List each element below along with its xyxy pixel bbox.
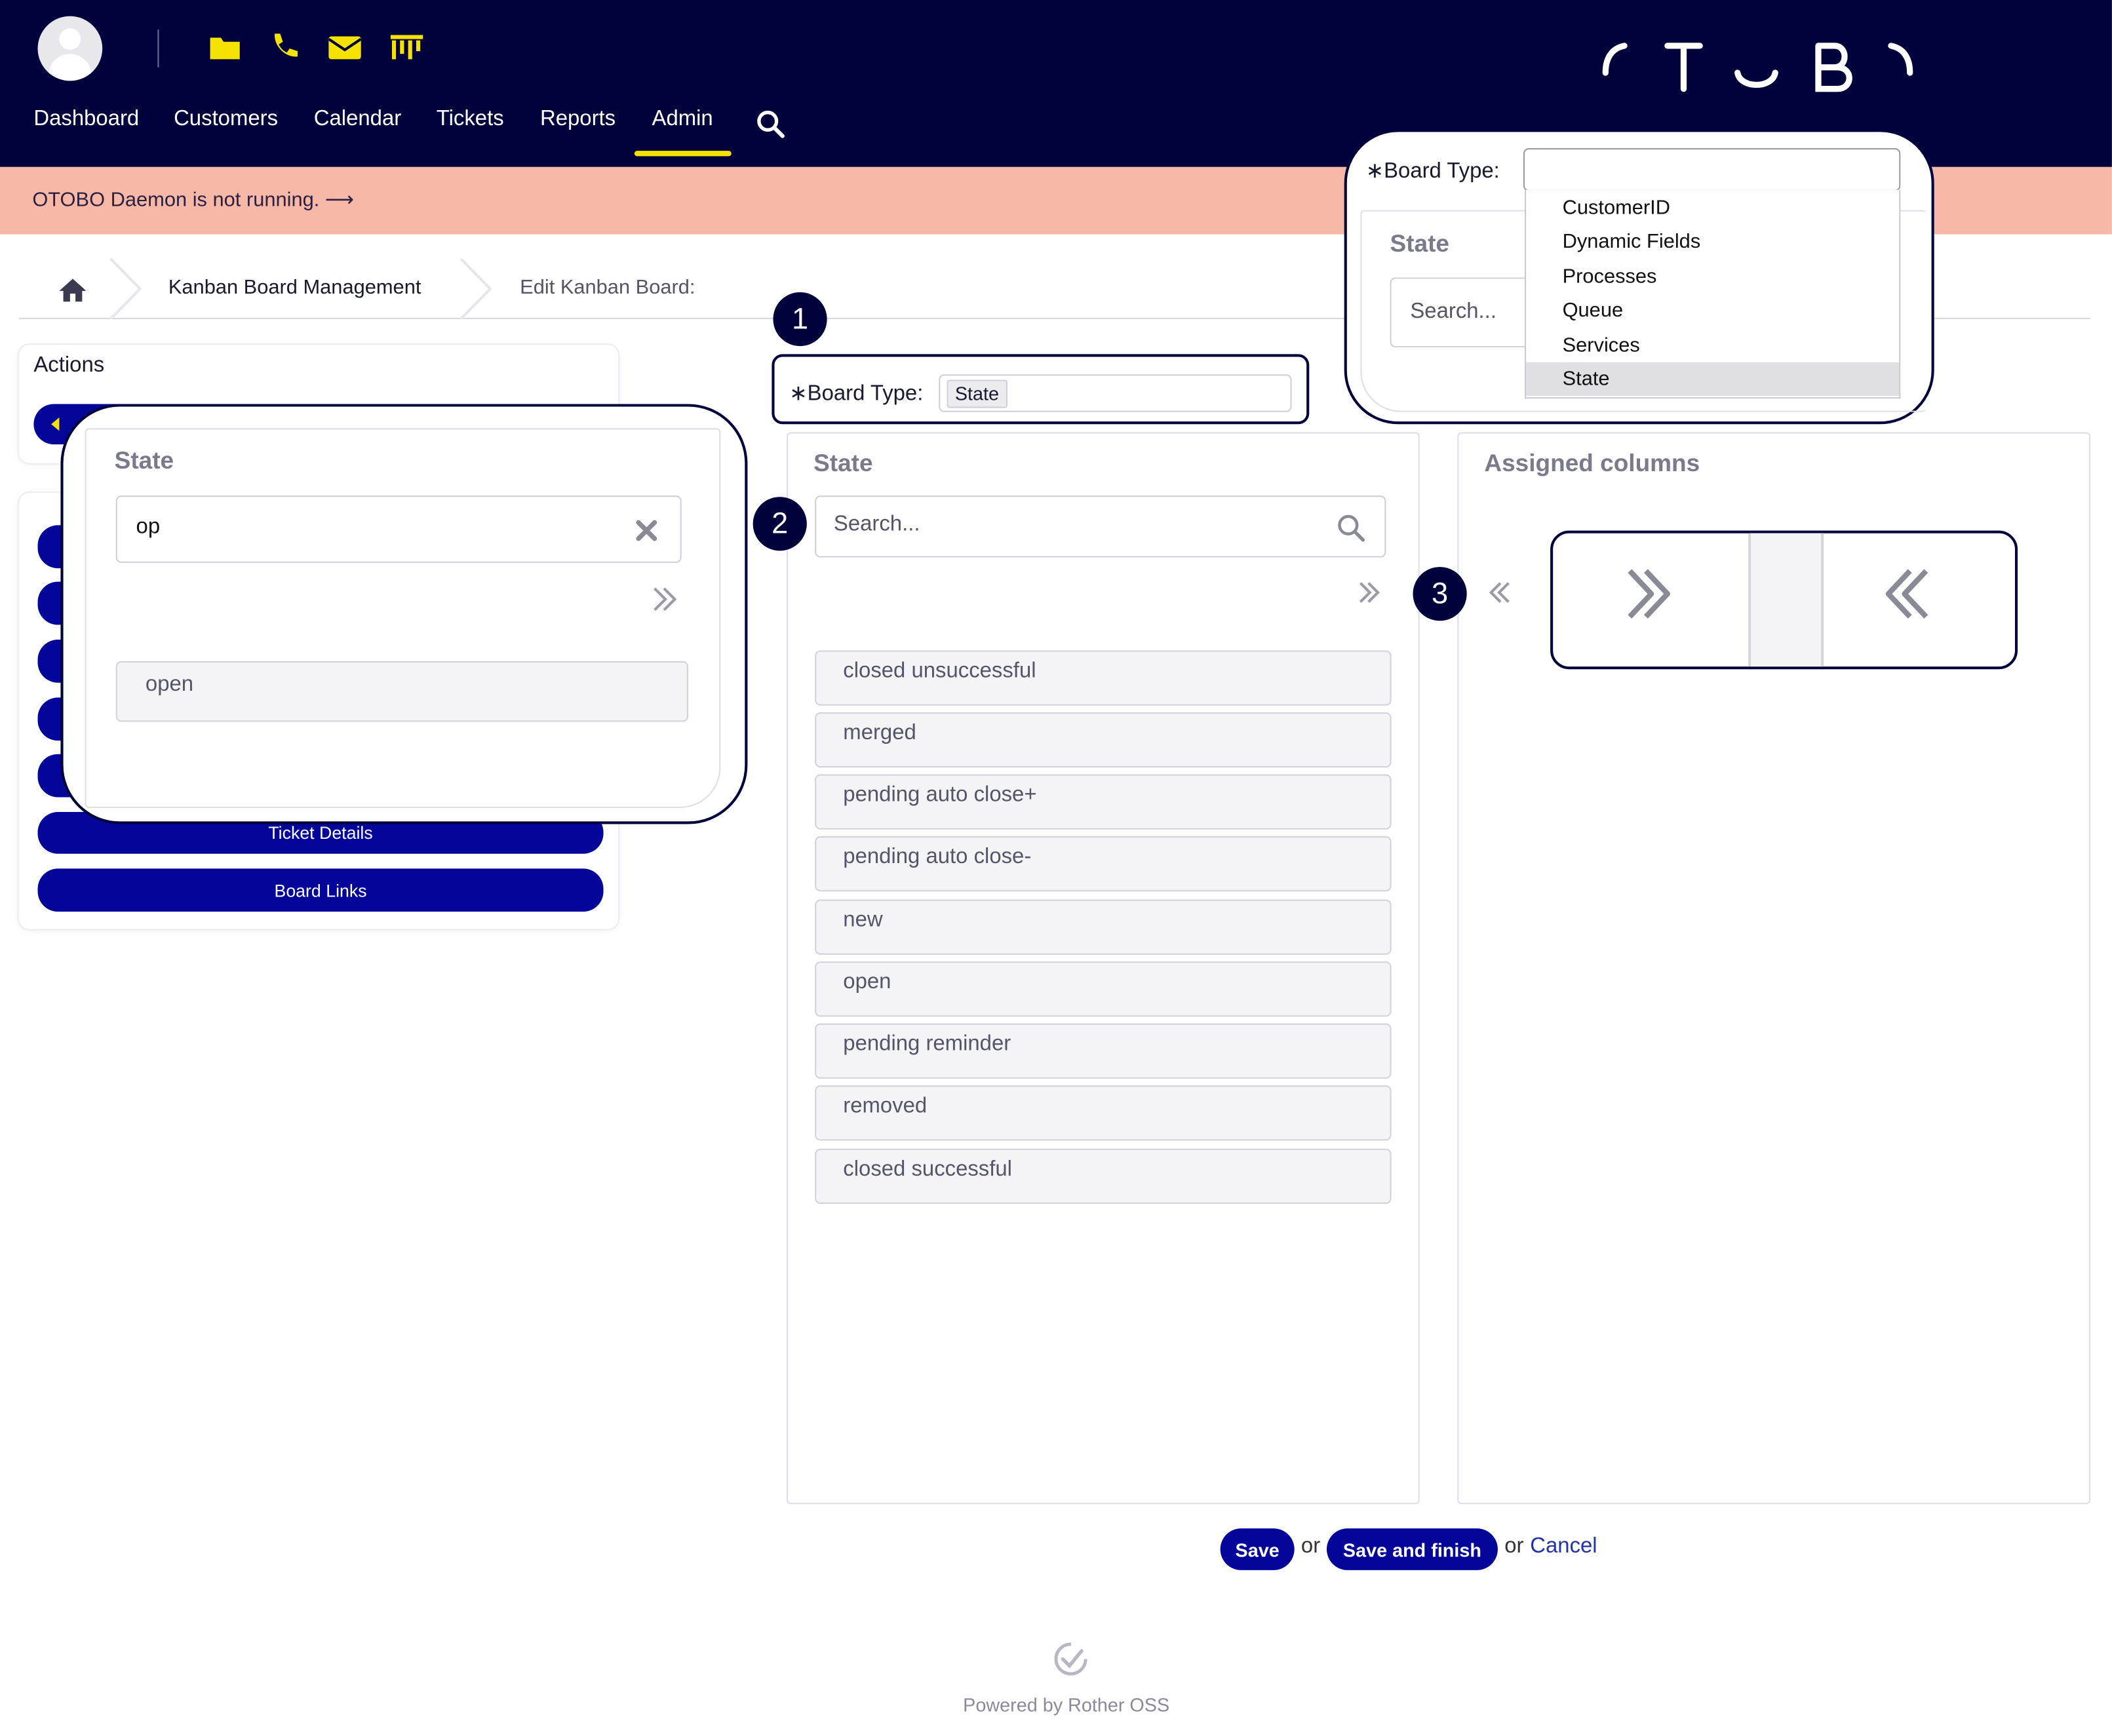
double-chevron-left-icon[interactable] xyxy=(1877,566,1934,622)
list-item[interactable]: open xyxy=(815,961,1392,1017)
board-links-button[interactable]: Board Links xyxy=(37,868,604,912)
required-mark: ∗ xyxy=(1365,160,1384,183)
callout-number-3: 3 xyxy=(1413,567,1467,621)
nav-reports[interactable]: Reports xyxy=(540,107,616,132)
nav-calendar[interactable]: Calendar xyxy=(314,107,401,132)
save-and-finish-button[interactable]: Save and finish xyxy=(1326,1528,1498,1570)
footer-powered-by[interactable]: Powered by Rother OSS xyxy=(963,1694,1169,1716)
dropdown-option-services[interactable]: Services xyxy=(1526,328,1899,362)
list-item[interactable]: closed unsuccessful xyxy=(815,650,1392,706)
search-icon[interactable] xyxy=(1336,513,1365,543)
page: Dashboard Customers Calendar Tickets Rep… xyxy=(0,0,2112,1736)
list-item[interactable]: pending auto close- xyxy=(815,836,1392,892)
home-icon[interactable] xyxy=(58,276,87,303)
move-callout-gap xyxy=(1751,533,1824,667)
nav-admin[interactable]: Admin xyxy=(652,107,713,132)
search-icon[interactable] xyxy=(756,109,785,138)
board-type-label: ∗Board Type: xyxy=(789,382,924,406)
dropdown-callout-search-placeholder: Search... xyxy=(1410,300,1496,324)
nav-tickets[interactable]: Tickets xyxy=(437,107,504,132)
callout-number-1: 1 xyxy=(773,292,827,347)
double-chevron-right-icon[interactable] xyxy=(650,585,680,614)
list-item[interactable]: open xyxy=(115,661,689,722)
nav-dashboard[interactable]: Dashboard xyxy=(33,107,139,132)
or-text: or xyxy=(1504,1535,1524,1558)
cancel-link[interactable]: Cancel xyxy=(1530,1535,1597,1559)
clear-search-icon[interactable] xyxy=(635,518,659,543)
folder-icon[interactable] xyxy=(207,29,242,64)
breadcrumb-edit-board: Edit Kanban Board: xyxy=(520,276,695,299)
list-item[interactable]: new xyxy=(815,899,1392,955)
caret-left-icon xyxy=(51,417,60,431)
arrow-right-icon: ⟶ xyxy=(324,188,355,212)
list-item[interactable]: pending reminder xyxy=(815,1023,1392,1079)
list-item[interactable]: removed xyxy=(815,1085,1392,1141)
list-item[interactable]: pending auto close+ xyxy=(815,774,1392,830)
phone-icon[interactable] xyxy=(267,29,302,64)
board-type-dropdown-input[interactable] xyxy=(1523,148,1901,191)
filter-callout-search-input[interactable] xyxy=(115,495,682,563)
breadcrumb-separator xyxy=(460,258,492,319)
required-mark: ∗ xyxy=(789,382,808,406)
envelope-icon[interactable] xyxy=(327,29,362,64)
breadcrumb-separator xyxy=(109,258,142,319)
kanban-icon[interactable] xyxy=(389,29,424,64)
dropdown-callout-panel-title: State xyxy=(1390,230,1449,258)
available-states-title: State xyxy=(813,450,873,477)
double-chevron-right-icon[interactable] xyxy=(1356,579,1383,606)
nav-active-indicator xyxy=(634,151,732,157)
dropdown-option-processes[interactable]: Processes xyxy=(1526,260,1899,294)
breadcrumb-kanban-management[interactable]: Kanban Board Management xyxy=(168,276,421,299)
nav-customers[interactable]: Customers xyxy=(174,107,278,132)
rother-oss-logo-icon xyxy=(1054,1642,1087,1676)
callout-number-2: 2 xyxy=(753,497,807,551)
or-text: or xyxy=(1300,1535,1321,1558)
avatar[interactable] xyxy=(37,16,103,81)
assigned-columns-title: Assigned columns xyxy=(1484,450,1700,477)
dropdown-option-dynamic-fields[interactable]: Dynamic Fields xyxy=(1526,225,1899,258)
available-search-placeholder: Search... xyxy=(833,512,920,536)
dropdown-option-state[interactable]: State xyxy=(1526,362,1900,396)
actions-title: Actions xyxy=(33,354,105,377)
save-button[interactable]: Save xyxy=(1220,1528,1295,1570)
list-item[interactable]: closed successful xyxy=(815,1148,1392,1204)
header-divider xyxy=(157,29,159,68)
daemon-warning-text[interactable]: OTOBO Daemon is not running. ⟶ xyxy=(32,187,354,212)
double-chevron-left-icon[interactable] xyxy=(1485,579,1512,606)
filter-callout-query: op xyxy=(136,515,161,539)
dropdown-option-customerid[interactable]: CustomerID xyxy=(1526,191,1899,225)
dropdown-option-queue[interactable]: Queue xyxy=(1526,294,1899,327)
list-item[interactable]: merged xyxy=(815,712,1392,768)
filter-callout-title: State xyxy=(114,447,174,474)
board-type-selected-token[interactable]: State xyxy=(947,379,1007,408)
double-chevron-right-icon[interactable] xyxy=(1622,566,1675,622)
filter-callout-panel xyxy=(85,428,721,808)
dropdown-callout-label: ∗Board Type: xyxy=(1365,160,1500,183)
brand-logo xyxy=(1602,43,1913,92)
